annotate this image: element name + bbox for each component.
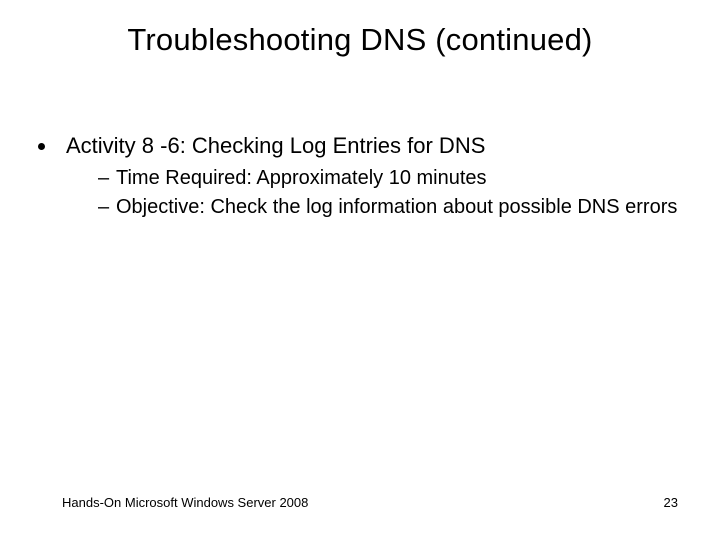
slide-title: Troubleshooting DNS (continued) xyxy=(0,22,720,58)
page-number: 23 xyxy=(664,495,678,510)
bullet-item-1: Activity 8 -6: Checking Log Entries for … xyxy=(58,132,684,220)
bullet-list-level2: Time Required: Approximately 10 minutes … xyxy=(66,166,684,220)
bullet-item-1a: Time Required: Approximately 10 minutes xyxy=(98,166,684,191)
slide: Troubleshooting DNS (continued) Activity… xyxy=(0,0,720,540)
bullet-item-1-text: Activity 8 -6: Checking Log Entries for … xyxy=(66,133,485,158)
bullet-item-1b: Objective: Check the log information abo… xyxy=(98,195,684,220)
bullet-list-level1: Activity 8 -6: Checking Log Entries for … xyxy=(36,132,684,220)
footer-text: Hands-On Microsoft Windows Server 2008 xyxy=(62,495,308,510)
slide-body: Activity 8 -6: Checking Log Entries for … xyxy=(36,132,684,228)
